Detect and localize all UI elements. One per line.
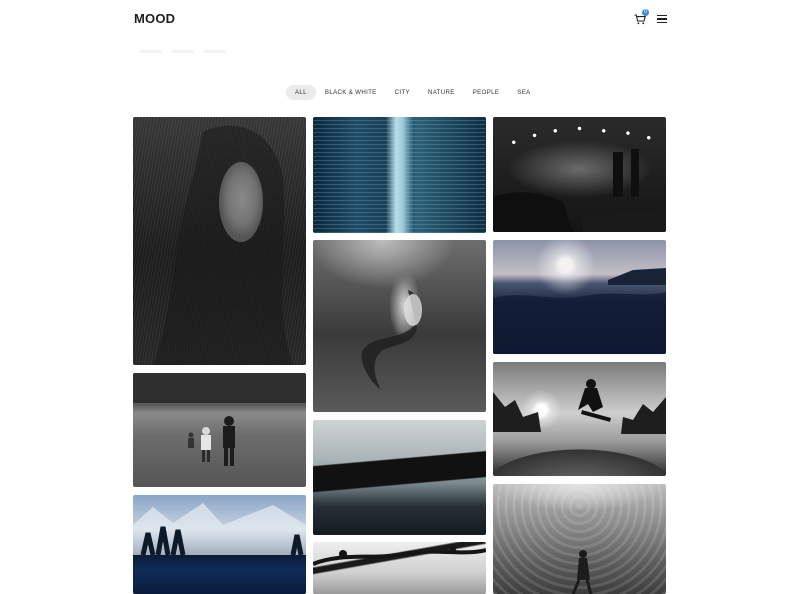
site-logo[interactable]: MOOD xyxy=(134,12,175,26)
gallery-photo-mountain-lake[interactable] xyxy=(133,495,306,594)
cart-count-badge: 0 xyxy=(642,9,649,16)
filter-people[interactable]: PEOPLE xyxy=(464,85,509,100)
filter-all[interactable]: ALL xyxy=(286,85,316,100)
gallery-photo-city-skyscrapers[interactable] xyxy=(313,117,486,233)
site-header: MOOD 0 xyxy=(134,9,667,26)
gallery-photo-underwater-swimmer[interactable] xyxy=(493,484,666,594)
gallery-photo-woman-portrait[interactable] xyxy=(133,117,306,365)
faint-breadcrumb xyxy=(140,40,240,53)
filter-black-white[interactable]: BLACK & WHITE xyxy=(316,85,386,100)
filter-sea[interactable]: SEA xyxy=(508,85,539,100)
hamburger-menu-icon[interactable] xyxy=(657,15,667,23)
gallery-photo-children-field[interactable] xyxy=(133,373,306,487)
gallery-photo-surfer-wave[interactable] xyxy=(313,420,486,535)
filter-city[interactable]: CITY xyxy=(386,85,419,100)
gallery-photo-tree-branch[interactable] xyxy=(313,542,486,594)
gallery-photo-concert-stage[interactable] xyxy=(493,117,666,232)
gallery-photo-ocean-sunset[interactable] xyxy=(493,240,666,354)
gallery-photo-skateboarder[interactable] xyxy=(493,362,666,476)
gallery-photo-underwater-diver[interactable] xyxy=(313,240,486,412)
filter-nature[interactable]: NATURE xyxy=(419,85,464,100)
gallery-filter-bar: ALL BLACK & WHITE CITY NATURE PEOPLE SEA xyxy=(286,85,540,100)
